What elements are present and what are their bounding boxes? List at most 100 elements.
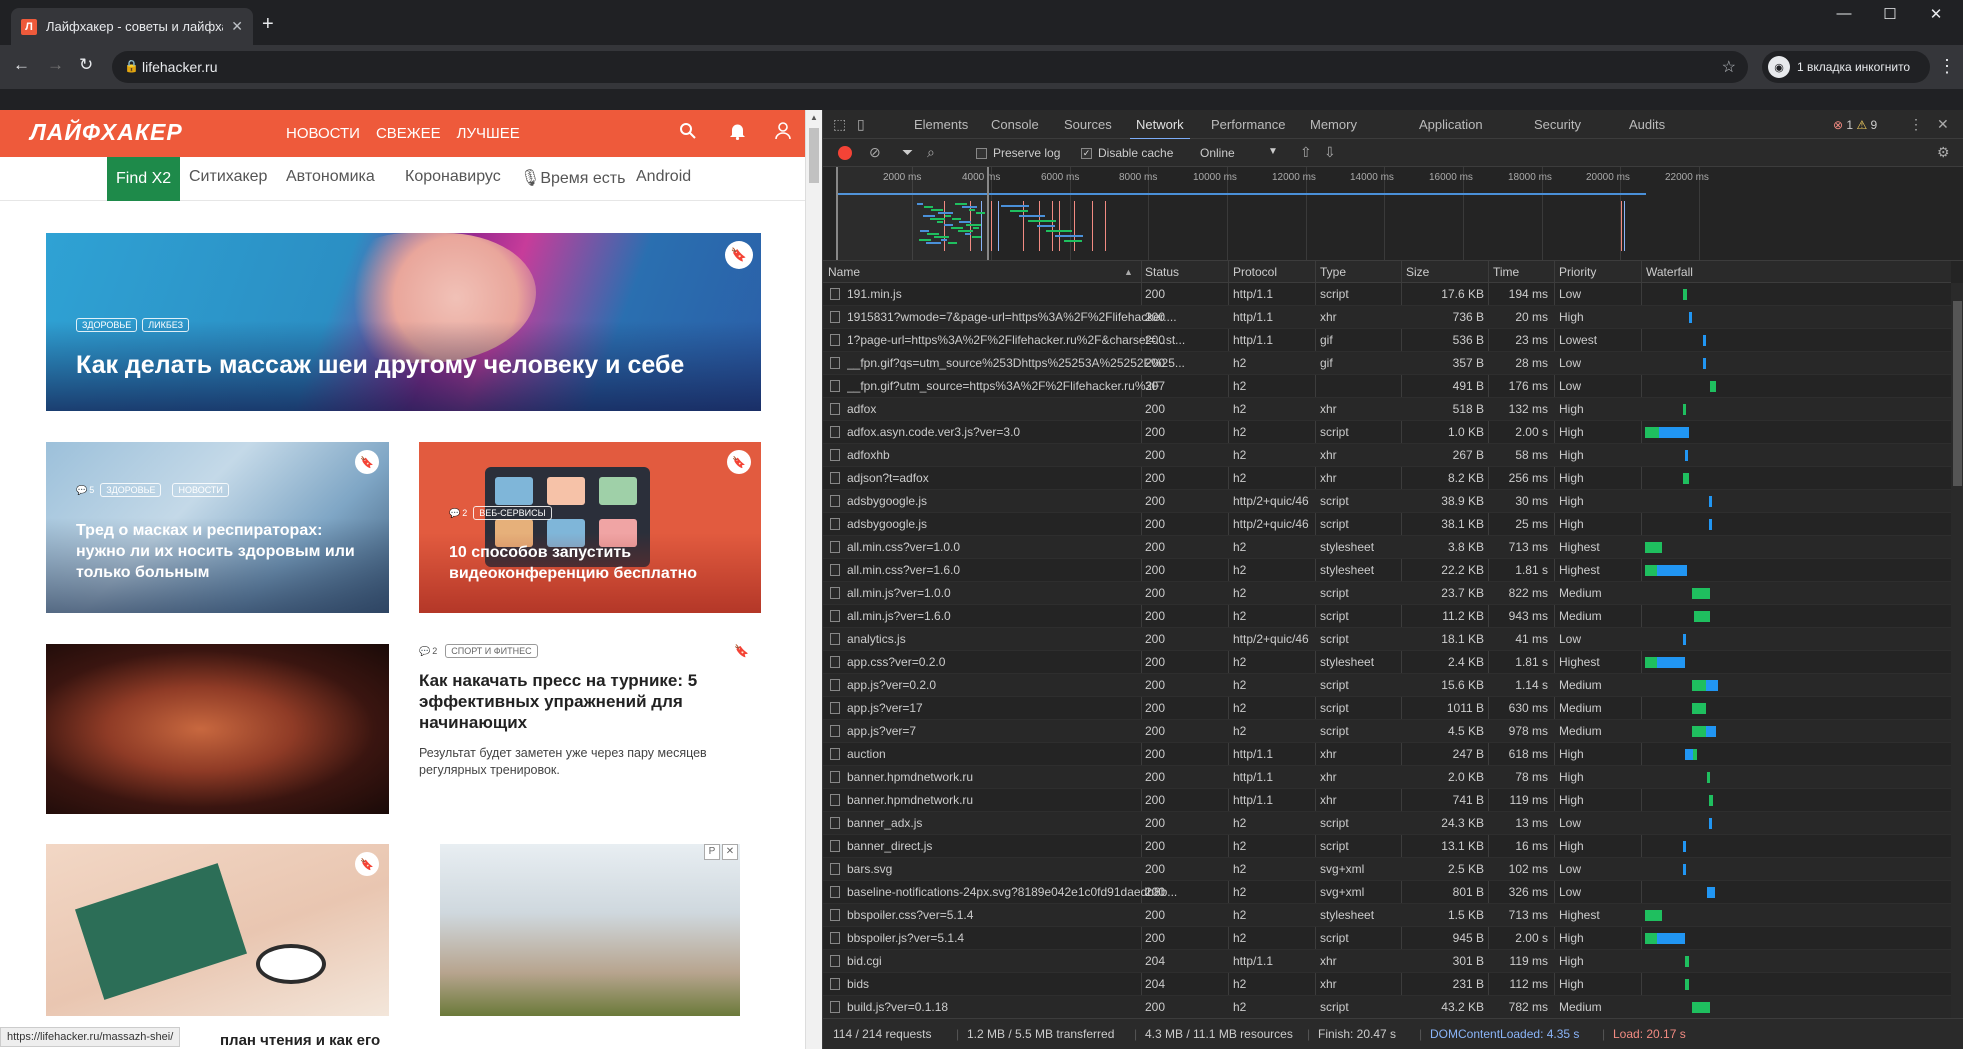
hero-title[interactable]: Как делать массаж шеи другому человеку и… bbox=[76, 351, 684, 380]
new-tab-button[interactable]: + bbox=[262, 13, 274, 36]
bookmark-icon[interactable]: 🔖 bbox=[725, 241, 753, 269]
advertisement-image[interactable] bbox=[440, 844, 740, 1016]
request-row[interactable]: adfoxhb 200 h2 xhr 267 B 58 ms High bbox=[823, 444, 1951, 467]
request-row[interactable]: all.min.js?ver=1.0.0 200 h2 script 23.7 KB 82… bbox=[823, 582, 1951, 605]
clear-icon[interactable]: ⊘ bbox=[869, 144, 881, 161]
article-title-cut[interactable]: план чтения и как его bbox=[220, 1032, 380, 1049]
request-row[interactable]: adfox 200 h2 xhr 518 B 132 ms High bbox=[823, 398, 1951, 421]
device-toolbar-icon[interactable]: ▯ bbox=[857, 116, 865, 133]
request-row[interactable]: all.min.css?ver=1.6.0 200 h2 stylesheet 22.2… bbox=[823, 559, 1951, 582]
subnav-item[interactable]: Android bbox=[636, 168, 691, 186]
url-text[interactable]: lifehacker.ru bbox=[142, 59, 217, 75]
timeline-selection[interactable] bbox=[836, 167, 989, 260]
article-card-masks[interactable]: 🔖 💬 5 ЗДОРОВЬЕ НОВОСТИ Тред о масках и рес… bbox=[46, 442, 389, 613]
nav-item-news[interactable]: НОВОСТИ bbox=[286, 125, 360, 142]
export-har-icon[interactable]: ⇩ bbox=[1324, 144, 1336, 161]
sort-asc-icon[interactable]: ▲ bbox=[1124, 267, 1133, 277]
request-row[interactable]: bid.cgi 204 http/1.1 xhr 301 B 119 ms High bbox=[823, 950, 1951, 973]
request-row[interactable]: bars.svg 200 h2 svg+xml 2.5 KB 102 ms Low bbox=[823, 858, 1951, 881]
request-row[interactable]: 1915831?wmode=7&page-url=https%3A%2F%2Fl… bbox=[823, 306, 1951, 329]
tab-console[interactable]: Console bbox=[991, 117, 1039, 132]
subnav-item[interactable]: Коронавирус bbox=[405, 168, 501, 186]
filter-icon[interactable]: ⏷ bbox=[902, 144, 913, 161]
ad-info-icon[interactable]: P bbox=[704, 844, 720, 860]
column-name[interactable]: Name bbox=[828, 265, 860, 279]
tag[interactable]: ВЕБ-СЕРВИСЫ bbox=[473, 506, 552, 520]
article-image-reading[interactable]: 🔖 bbox=[46, 844, 389, 1016]
request-row[interactable]: build.js?ver=0.1.18 200 h2 script 43.2 KB 782… bbox=[823, 996, 1951, 1018]
request-row[interactable]: all.min.js?ver=1.6.0 200 h2 script 11.2 KB 94… bbox=[823, 605, 1951, 628]
request-row[interactable]: bids 204 h2 xhr 231 B 112 ms High bbox=[823, 973, 1951, 996]
tab-performance[interactable]: Performance bbox=[1211, 117, 1285, 132]
request-row[interactable]: all.min.css?ver=1.0.0 200 h2 stylesheet 3.8 … bbox=[823, 536, 1951, 559]
request-row[interactable]: app.js?ver=7 200 h2 script 4.5 KB 978 ms Mediu… bbox=[823, 720, 1951, 743]
address-bar[interactable]: 🔒 lifehacker.ru ☆ bbox=[112, 51, 1748, 83]
tab-security[interactable]: Security bbox=[1534, 117, 1581, 132]
search-icon[interactable]: ⌕ bbox=[927, 144, 935, 161]
article-title[interactable]: Как накачать пресс на турнике: 5 эффекти… bbox=[419, 670, 761, 733]
subnav-item[interactable]: 🎙Время есть bbox=[520, 168, 625, 188]
request-row[interactable]: app.js?ver=0.2.0 200 h2 script 15.6 KB 1.14 s… bbox=[823, 674, 1951, 697]
tab-memory[interactable]: Memory bbox=[1310, 117, 1357, 132]
tab-sources[interactable]: Sources bbox=[1064, 117, 1112, 132]
throttle-select[interactable]: Online ▼ bbox=[1200, 146, 1278, 160]
bookmark-star-icon[interactable]: ☆ bbox=[1722, 57, 1736, 77]
nav-item-best[interactable]: ЛУЧШЕЕ bbox=[457, 125, 520, 142]
bookmark-icon[interactable]: 🔖 bbox=[355, 450, 379, 474]
tag[interactable]: ЗДОРОВЬЕ bbox=[76, 318, 138, 332]
article-card-video[interactable]: 🔖 💬 2 ВЕБ-СЕРВИСЫ 10 способов запустить в… bbox=[419, 442, 761, 613]
article-image-abs[interactable] bbox=[46, 644, 389, 814]
column-time[interactable]: Time bbox=[1493, 265, 1519, 279]
tag[interactable]: ЗДОРОВЬЕ bbox=[100, 483, 162, 497]
disable-cache-checkbox[interactable]: ✓ Disable cache bbox=[1081, 146, 1173, 160]
minimize-icon[interactable]: — bbox=[1821, 5, 1867, 22]
incognito-indicator[interactable]: ◉ 1 вкладка инкогнито bbox=[1762, 51, 1930, 83]
request-row[interactable]: analytics.js 200 http/2+quic/46 script 18.1 … bbox=[823, 628, 1951, 651]
request-row[interactable]: app.js?ver=17 200 h2 script 1011 B 630 ms Medi… bbox=[823, 697, 1951, 720]
subnav-item[interactable]: Автономика bbox=[286, 168, 375, 186]
bell-icon[interactable] bbox=[729, 122, 746, 145]
user-icon[interactable] bbox=[775, 122, 791, 145]
column-waterfall[interactable]: Waterfall bbox=[1646, 265, 1693, 279]
network-overview-timeline[interactable]: 2000 ms 4000 ms 6000 ms 8000 ms 10000 ms… bbox=[823, 167, 1963, 261]
request-row[interactable]: adjson?t=adfox 200 h2 xhr 8.2 KB 256 ms High bbox=[823, 467, 1951, 490]
reload-icon[interactable]: ↻ bbox=[79, 55, 93, 75]
request-list[interactable]: 191.min.js 200 http/1.1 script 17.6 KB 194 ms… bbox=[823, 283, 1951, 1018]
request-row[interactable]: adsbygoogle.js 200 http/2+quic/46 script 38.… bbox=[823, 490, 1951, 513]
forward-icon[interactable]: → bbox=[47, 55, 64, 75]
tab-application[interactable]: Application bbox=[1419, 117, 1483, 132]
record-button[interactable] bbox=[838, 146, 852, 160]
request-row[interactable]: adsbygoogle.js 200 http/2+quic/46 script 38.… bbox=[823, 513, 1951, 536]
maximize-icon[interactable]: ☐ bbox=[1867, 5, 1913, 23]
tab-elements[interactable]: Elements bbox=[914, 117, 968, 132]
inspect-element-icon[interactable]: ⬚ bbox=[833, 116, 846, 133]
request-row[interactable]: bbspoiler.js?ver=5.1.4 200 h2 script 945 B 2.… bbox=[823, 927, 1951, 950]
column-protocol[interactable]: Protocol bbox=[1233, 265, 1277, 279]
devtools-menu-icon[interactable]: ⋮ bbox=[1909, 116, 1923, 133]
page-scrollbar[interactable]: ▲ bbox=[805, 110, 822, 1049]
hero-card[interactable]: 🔖 ЗДОРОВЬЕ ЛИКБЕЗ Как делать массаж шеи д… bbox=[46, 233, 761, 411]
request-row[interactable]: 191.min.js 200 http/1.1 script 17.6 KB 194 ms… bbox=[823, 283, 1951, 306]
site-logo[interactable]: ЛАЙФХАКЕР bbox=[30, 119, 183, 146]
search-icon[interactable] bbox=[679, 122, 696, 144]
issues-counter[interactable]: ⊗ 1 ⚠ 9 bbox=[1833, 118, 1877, 132]
request-row[interactable]: 1?page-url=https%3A%2F%2Flifehacker.ru%2… bbox=[823, 329, 1951, 352]
ad-close-icon[interactable]: ✕ bbox=[722, 844, 738, 860]
request-row[interactable]: banner.hpmdnetwork.ru 200 http/1.1 xhr 2.0 K… bbox=[823, 766, 1951, 789]
close-window-icon[interactable]: ✕ bbox=[1913, 5, 1959, 23]
request-row[interactable]: banner.hpmdnetwork.ru 200 http/1.1 xhr 741 B… bbox=[823, 789, 1951, 812]
bookmark-icon[interactable]: 🔖 bbox=[355, 852, 379, 876]
scroll-up-icon[interactable]: ▲ bbox=[810, 113, 818, 122]
request-row[interactable]: baseline-notifications-24px.svg?8189e042… bbox=[823, 881, 1951, 904]
request-row[interactable]: adfox.asyn.code.ver3.js?ver=3.0 200 h2 scri… bbox=[823, 421, 1951, 444]
tab-audits[interactable]: Audits bbox=[1629, 117, 1665, 132]
settings-gear-icon[interactable]: ⚙ bbox=[1937, 144, 1950, 161]
column-status[interactable]: Status bbox=[1145, 265, 1179, 279]
column-size[interactable]: Size bbox=[1406, 265, 1429, 279]
close-tab-icon[interactable]: ✕ bbox=[231, 18, 243, 35]
nav-item-fresh[interactable]: СВЕЖЕЕ bbox=[376, 125, 441, 142]
card-title[interactable]: 10 способов запустить видеоконференцию б… bbox=[449, 542, 709, 584]
card-title[interactable]: Тред о масках и респираторах: нужно ли и… bbox=[76, 520, 366, 583]
scrollbar-thumb[interactable] bbox=[809, 128, 819, 183]
request-row[interactable]: banner_adx.js 200 h2 script 24.3 KB 13 ms Low bbox=[823, 812, 1951, 835]
